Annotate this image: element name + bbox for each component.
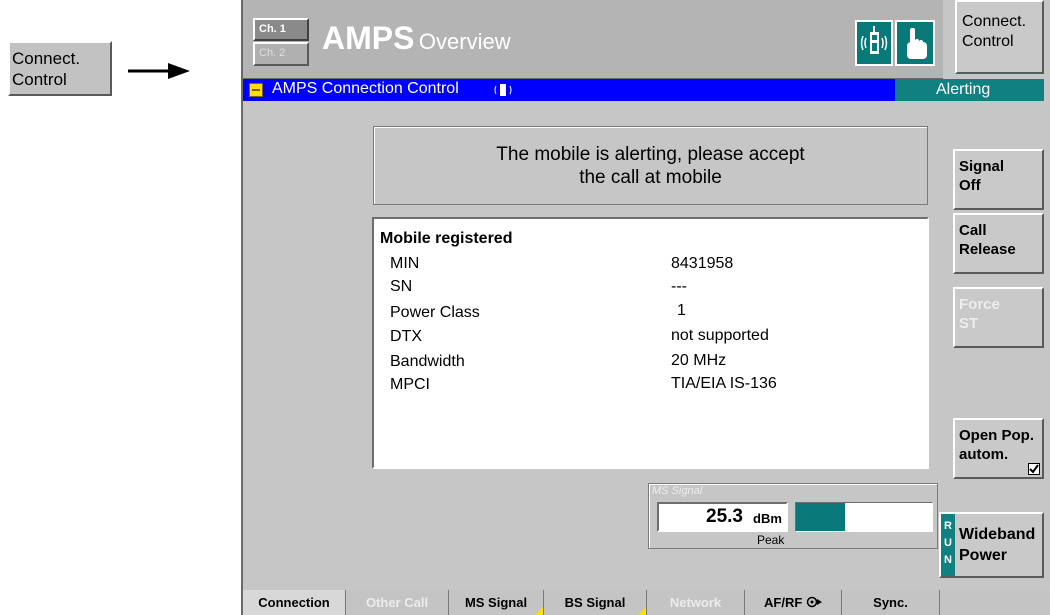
ms-signal-sub: Peak xyxy=(757,533,785,547)
tab-network[interactable]: Network xyxy=(647,590,745,615)
right-arrow-icon xyxy=(128,63,190,79)
tab-empty xyxy=(940,590,1050,615)
call-release-button[interactable]: Call Release xyxy=(953,213,1044,274)
signal-off-line2: Off xyxy=(959,177,981,194)
mobile-info-panel: Mobile registered xyxy=(372,217,929,469)
info-label-dtx: DTX xyxy=(390,328,422,345)
force-st-line1: Force xyxy=(959,296,1000,313)
info-value-mpci: TIA/EIA IS-136 xyxy=(671,375,777,392)
tab-connection-label: Connection xyxy=(258,595,330,610)
tab-bs-signal-label: BS Signal xyxy=(564,595,626,610)
tab-bs-signal[interactable]: BS Signal xyxy=(544,590,647,615)
info-label-min: MIN xyxy=(390,255,420,272)
alert-message-line1: The mobile is alerting, please accept xyxy=(496,144,805,165)
status-text: Alerting xyxy=(936,81,991,98)
wideband-line1: Wideband xyxy=(959,526,1036,543)
channel-2-button[interactable]: Ch. 2 xyxy=(253,42,309,66)
checkmark-icon xyxy=(1029,464,1039,474)
connect-control-label-line1: Connect. xyxy=(12,49,81,68)
tab-bs-signal-marker xyxy=(638,607,646,615)
connect-control-button-left[interactable]: Connect. Control xyxy=(8,41,112,96)
force-st-button[interactable]: Force ST xyxy=(953,287,1044,348)
info-value-sn: --- xyxy=(671,278,687,295)
ms-signal-unit: dBm xyxy=(753,511,782,526)
call-release-line1: Call xyxy=(959,222,987,239)
tab-ms-signal-label: MS Signal xyxy=(464,595,528,610)
ms-signal-caption: MS Signal xyxy=(652,485,703,497)
info-value-min: 8431958 xyxy=(671,255,734,272)
run-letter-u: U xyxy=(944,537,952,549)
info-label-mpci: MPCI xyxy=(390,376,430,393)
connect-control-line1: Connect. xyxy=(962,13,1027,30)
tab-connection[interactable]: Connection xyxy=(243,590,346,615)
run-letter-n: N xyxy=(944,554,952,566)
ms-signal-bar-fill xyxy=(796,503,845,531)
alert-message-box: The mobile is alerting, please accept th… xyxy=(373,126,928,205)
ms-signal-bargraph xyxy=(795,502,933,532)
tab-other-call[interactable]: Other Call xyxy=(346,590,449,615)
tab-network-label: Network xyxy=(669,595,722,610)
tab-af-rf-label: AF/RF xyxy=(764,595,803,610)
info-label-sn: SN xyxy=(390,278,413,295)
wideband-line2: Power xyxy=(959,547,1008,564)
run-indicator: R U N xyxy=(941,514,955,576)
force-st-line2: ST xyxy=(959,315,979,332)
info-value-bandwidth: 20 MHz xyxy=(671,352,727,369)
page-title: AMPS Overview xyxy=(322,20,511,64)
titlebar-mobile-icon xyxy=(494,84,512,96)
channel-1-label: Ch. 1 xyxy=(259,23,286,35)
tab-ms-signal-marker xyxy=(535,607,543,615)
open-pop-line1: Open Pop. xyxy=(959,427,1034,444)
page-title-main: AMPS xyxy=(322,20,415,56)
ms-signal-value: 25.3 xyxy=(706,506,743,527)
mobile-signal-icon[interactable] xyxy=(855,20,893,66)
page-title-sub: Overview xyxy=(418,29,511,54)
info-label-bandwidth: Bandwidth xyxy=(390,353,465,370)
call-release-line2: Release xyxy=(959,241,1016,258)
info-heading: Mobile registered xyxy=(380,230,513,247)
connect-control-button[interactable]: Connect. Control xyxy=(955,0,1044,74)
tab-af-rf[interactable]: AF/RF xyxy=(745,590,842,615)
connect-control-label-line2: Control xyxy=(12,70,67,89)
open-pop-checkbox[interactable] xyxy=(1028,463,1040,475)
window-menu-icon[interactable] xyxy=(249,83,263,97)
open-pop-line2: autom. xyxy=(959,446,1009,463)
channel-1-button[interactable]: Ch. 1 xyxy=(253,18,309,41)
connection-titlebar: AMPS Connection Control xyxy=(243,79,895,101)
signal-off-button[interactable]: Signal Off xyxy=(953,149,1044,210)
tab-sync-label: Sync. xyxy=(873,595,908,610)
tab-ms-signal[interactable]: MS Signal xyxy=(449,590,544,615)
info-label-power-class: Power Class xyxy=(390,304,480,321)
alert-message-line2: the call at mobile xyxy=(579,167,722,188)
open-pop-autom-button[interactable]: Open Pop. autom. xyxy=(953,418,1044,479)
titlebar-label: AMPS Connection Control xyxy=(272,80,459,97)
signal-off-line1: Signal xyxy=(959,158,1005,175)
connect-control-line2: Control xyxy=(962,33,1014,50)
status-badge: Alerting xyxy=(895,79,1044,101)
connector-icon xyxy=(806,596,822,608)
channel-2-label: Ch. 2 xyxy=(259,47,286,59)
ms-signal-value-box: 25.3 dBm xyxy=(657,502,788,532)
wideband-power-button[interactable]: R U N Wideband Power xyxy=(939,512,1044,578)
info-value-dtx: not supported xyxy=(671,327,769,344)
touch-hand-icon[interactable] xyxy=(895,20,935,66)
info-value-power-class: 1 xyxy=(677,302,686,319)
run-letter-r: R xyxy=(944,520,952,532)
tab-sync[interactable]: Sync. xyxy=(842,590,940,615)
tab-other-call-label: Other Call xyxy=(365,595,429,610)
